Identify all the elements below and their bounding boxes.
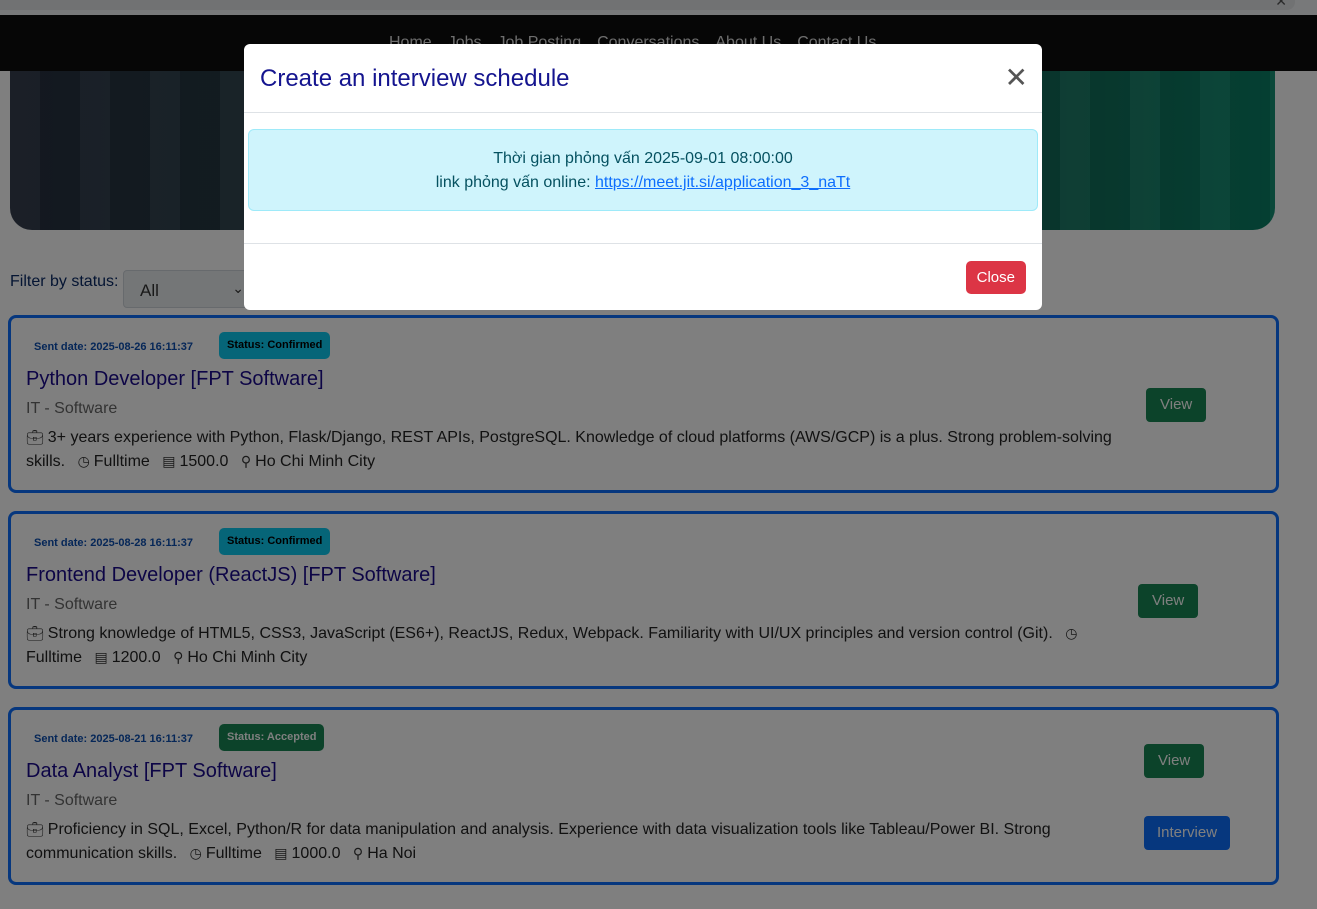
interview-link-label: link phỏng vấn online: [435,174,591,191]
interview-time: Thời gian phỏng vấn 2025-09-01 08:00:00 [493,150,793,167]
interview-link[interactable]: https://meet.jit.si/application_3_naTt [595,174,850,191]
modal-header: Create an interview schedule ✕ [244,44,1042,113]
close-icon[interactable]: ✕ [1005,64,1028,92]
interview-info-alert: Thời gian phỏng vấn 2025-09-01 08:00:00 … [248,129,1038,211]
modal-title: Create an interview schedule [260,65,570,92]
close-button[interactable]: Close [965,261,1026,294]
interview-schedule-modal: Create an interview schedule ✕ Thời gian… [244,44,1042,310]
interview-link-line: link phỏng vấn online: https://meet.jit.… [249,171,1037,195]
modal-footer: Close [244,243,1042,310]
